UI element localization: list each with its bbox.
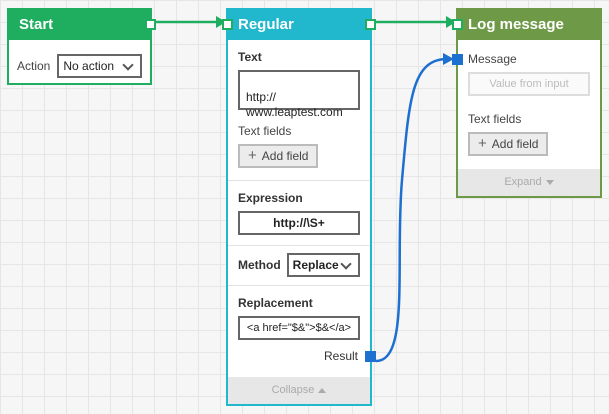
- result-label: Result: [323, 349, 358, 363]
- log-add-field-button[interactable]: + Add field: [468, 132, 549, 156]
- text-label: Text: [238, 50, 262, 64]
- expression-section: Expression http://\S+: [228, 181, 370, 246]
- add-field-button[interactable]: + Add field: [238, 144, 319, 168]
- regex-output-port[interactable]: [365, 19, 376, 30]
- log-body: Message Value from input Text fields + Ad…: [452, 40, 600, 170]
- replacement-input-value: <a href="$&">$&</a>: [246, 322, 352, 334]
- add-field-label: Add field: [261, 149, 309, 163]
- collapse-label: Collapse: [271, 384, 315, 396]
- caret-up-icon: [318, 387, 327, 393]
- caret-down-icon: [545, 179, 554, 185]
- expand-label: Expand: [504, 176, 542, 188]
- replacement-input[interactable]: <a href="$&">$&</a>: [238, 316, 360, 340]
- chevron-down-icon: [340, 257, 352, 270]
- expression-input-value: http://\S+: [273, 216, 325, 230]
- text-input[interactable]: http:// www.leaptest.com: [238, 70, 360, 119]
- message-input-placeholder: Value from input: [489, 78, 569, 90]
- regex-input-port[interactable]: [222, 19, 233, 30]
- method-select-value: Replace: [292, 257, 339, 272]
- result-output-port[interactable]: [365, 351, 376, 362]
- wire-result-to-message[interactable]: [375, 53, 454, 363]
- replacement-label: Replacement: [238, 296, 313, 310]
- chevron-down-icon: [122, 59, 134, 71]
- log-add-field-label: Add field: [491, 137, 539, 151]
- message-input[interactable]: Value from input: [468, 72, 590, 96]
- start-output-port[interactable]: [145, 19, 156, 30]
- method-select[interactable]: Replace: [286, 252, 360, 277]
- regex-block-header[interactable]: Regular expression: [222, 10, 376, 63]
- wire-start-to-regex[interactable]: [156, 16, 226, 28]
- method-section: Method Replace: [228, 246, 370, 286]
- log-input-port[interactable]: [452, 19, 463, 30]
- text-section: Text http:// www.leaptest.com Text field…: [228, 40, 370, 181]
- expand-button[interactable]: Expand: [458, 169, 600, 196]
- regex-block[interactable]: Regular expression Text http:// www.leap…: [222, 8, 376, 406]
- log-block-header[interactable]: Log message: [452, 10, 600, 40]
- action-select[interactable]: No action: [57, 54, 142, 78]
- log-block-title: Log message: [468, 16, 564, 33]
- start-block[interactable]: Start Action No action: [7, 8, 156, 85]
- expression-input[interactable]: http://\S+: [238, 211, 360, 235]
- expression-label: Expression: [238, 191, 303, 205]
- message-label: Message: [468, 52, 517, 66]
- method-label: Method: [238, 257, 281, 272]
- replacement-section: Replacement <a href="$&">$&</a> Result: [228, 286, 376, 370]
- log-message-block[interactable]: Log message Message Value from input Tex…: [452, 8, 602, 198]
- start-block-header[interactable]: Start: [9, 10, 156, 40]
- action-select-value: No action: [63, 59, 115, 73]
- log-text-fields-label: Text fields: [468, 112, 522, 126]
- action-label: Action: [17, 59, 51, 73]
- collapse-button[interactable]: Collapse: [228, 377, 370, 404]
- message-input-port[interactable]: [452, 54, 463, 65]
- text-fields-label: Text fields: [238, 124, 292, 138]
- start-block-title: Start: [19, 16, 54, 33]
- text-input-value: http:// www.leaptest.com: [246, 90, 343, 119]
- plus-icon: +: [478, 135, 487, 152]
- plus-icon: +: [248, 147, 257, 164]
- wire-regex-to-log[interactable]: [376, 16, 456, 28]
